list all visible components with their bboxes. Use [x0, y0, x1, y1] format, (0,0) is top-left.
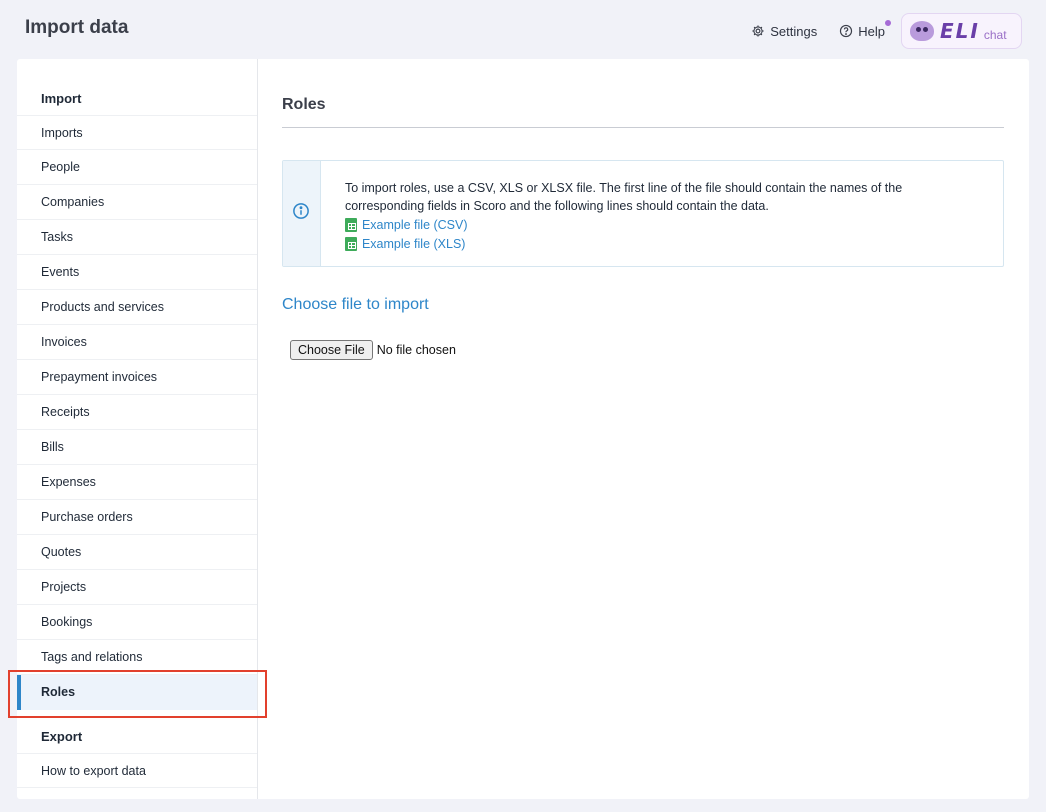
sidebar-item-bookings[interactable]: Bookings — [17, 605, 257, 640]
example-file-xls-link[interactable]: Example file (XLS) — [344, 234, 983, 253]
eli-chat-label: chat — [983, 28, 1007, 42]
sidebar-item-tags-and-relations[interactable]: Tags and relations — [17, 640, 257, 675]
sidebar-item-tasks[interactable]: Tasks — [17, 220, 257, 255]
sidebar-item-roles[interactable]: Roles — [17, 675, 257, 710]
export-heading: Export — [41, 729, 83, 744]
sidebar-item-imports[interactable]: Imports — [17, 115, 257, 150]
section-title: Roles — [282, 96, 1004, 128]
settings-button[interactable]: Settings — [751, 24, 817, 39]
gear-icon — [751, 24, 765, 38]
sidebar-item-receipts[interactable]: Receipts — [17, 395, 257, 430]
info-icon — [292, 202, 310, 225]
settings-label: Settings — [770, 23, 818, 39]
eli-mascot-icon — [910, 21, 934, 41]
info-icon-column — [283, 161, 321, 266]
sidebar-item-invoices[interactable]: Invoices — [17, 325, 257, 360]
info-text-column: To import roles, use a CSV, XLS or XLSX … — [321, 161, 1003, 266]
import-heading: Import — [41, 91, 82, 106]
sidebar-item-people[interactable]: People — [17, 150, 257, 185]
main-content: Roles To import roles, use a CSV, XLS or… — [282, 59, 1004, 360]
link-label: Example file (XLS) — [361, 236, 466, 251]
help-label: Help — [858, 23, 885, 39]
choose-file-button[interactable]: Choose File — [290, 340, 373, 360]
notification-dot — [885, 19, 891, 26]
spreadsheet-icon — [344, 236, 357, 251]
import-menu: Imports People Companies Tasks Events Product… — [17, 115, 257, 710]
sidebar: Import Imports People Companies Tasks Events… — [8, 59, 267, 799]
info-text: To import roles, use a CSV, XLS or XLSX … — [344, 181, 903, 213]
content-panel: Import Imports People Companies Tasks Events… — [8, 59, 1029, 799]
file-input: Choose File No file chosen — [290, 340, 1004, 360]
sidebar-item-purchase-orders[interactable]: Purchase orders — [17, 500, 257, 535]
top-actions: Settings Help ELI chat — [751, 13, 1022, 49]
sidebar-item-expenses[interactable]: Expenses — [17, 465, 257, 500]
eli-chat-button[interactable]: ELI chat — [901, 13, 1022, 49]
sidebar-item-projects[interactable]: Projects — [17, 570, 257, 605]
sidebar-item-how-to-export-data[interactable]: How to export data — [17, 753, 257, 788]
sidebar-item-companies[interactable]: Companies — [17, 185, 257, 220]
spreadsheet-icon — [344, 217, 357, 232]
sidebar-item-bills[interactable]: Bills — [17, 430, 257, 465]
sidebar-item-prepayment-invoices[interactable]: Prepayment invoices — [17, 360, 257, 395]
info-box: To import roles, use a CSV, XLS or XLSX … — [282, 160, 1004, 267]
sidebar-item-products-and-services[interactable]: Products and services — [17, 290, 257, 325]
question-circle-icon — [839, 24, 853, 38]
export-menu: How to export data — [17, 753, 257, 788]
page-title: Import data — [25, 17, 129, 38]
example-file-csv-link[interactable]: Example file (CSV) — [344, 215, 983, 234]
file-status: No file chosen — [376, 343, 456, 357]
link-label: Example file (CSV) — [361, 217, 468, 232]
help-button[interactable]: Help — [839, 19, 891, 39]
sidebar-item-events[interactable]: Events — [17, 255, 257, 290]
eli-logo: ELI — [940, 19, 980, 43]
choose-file-title: Choose file to import — [282, 296, 429, 313]
sidebar-item-quotes[interactable]: Quotes — [17, 535, 257, 570]
